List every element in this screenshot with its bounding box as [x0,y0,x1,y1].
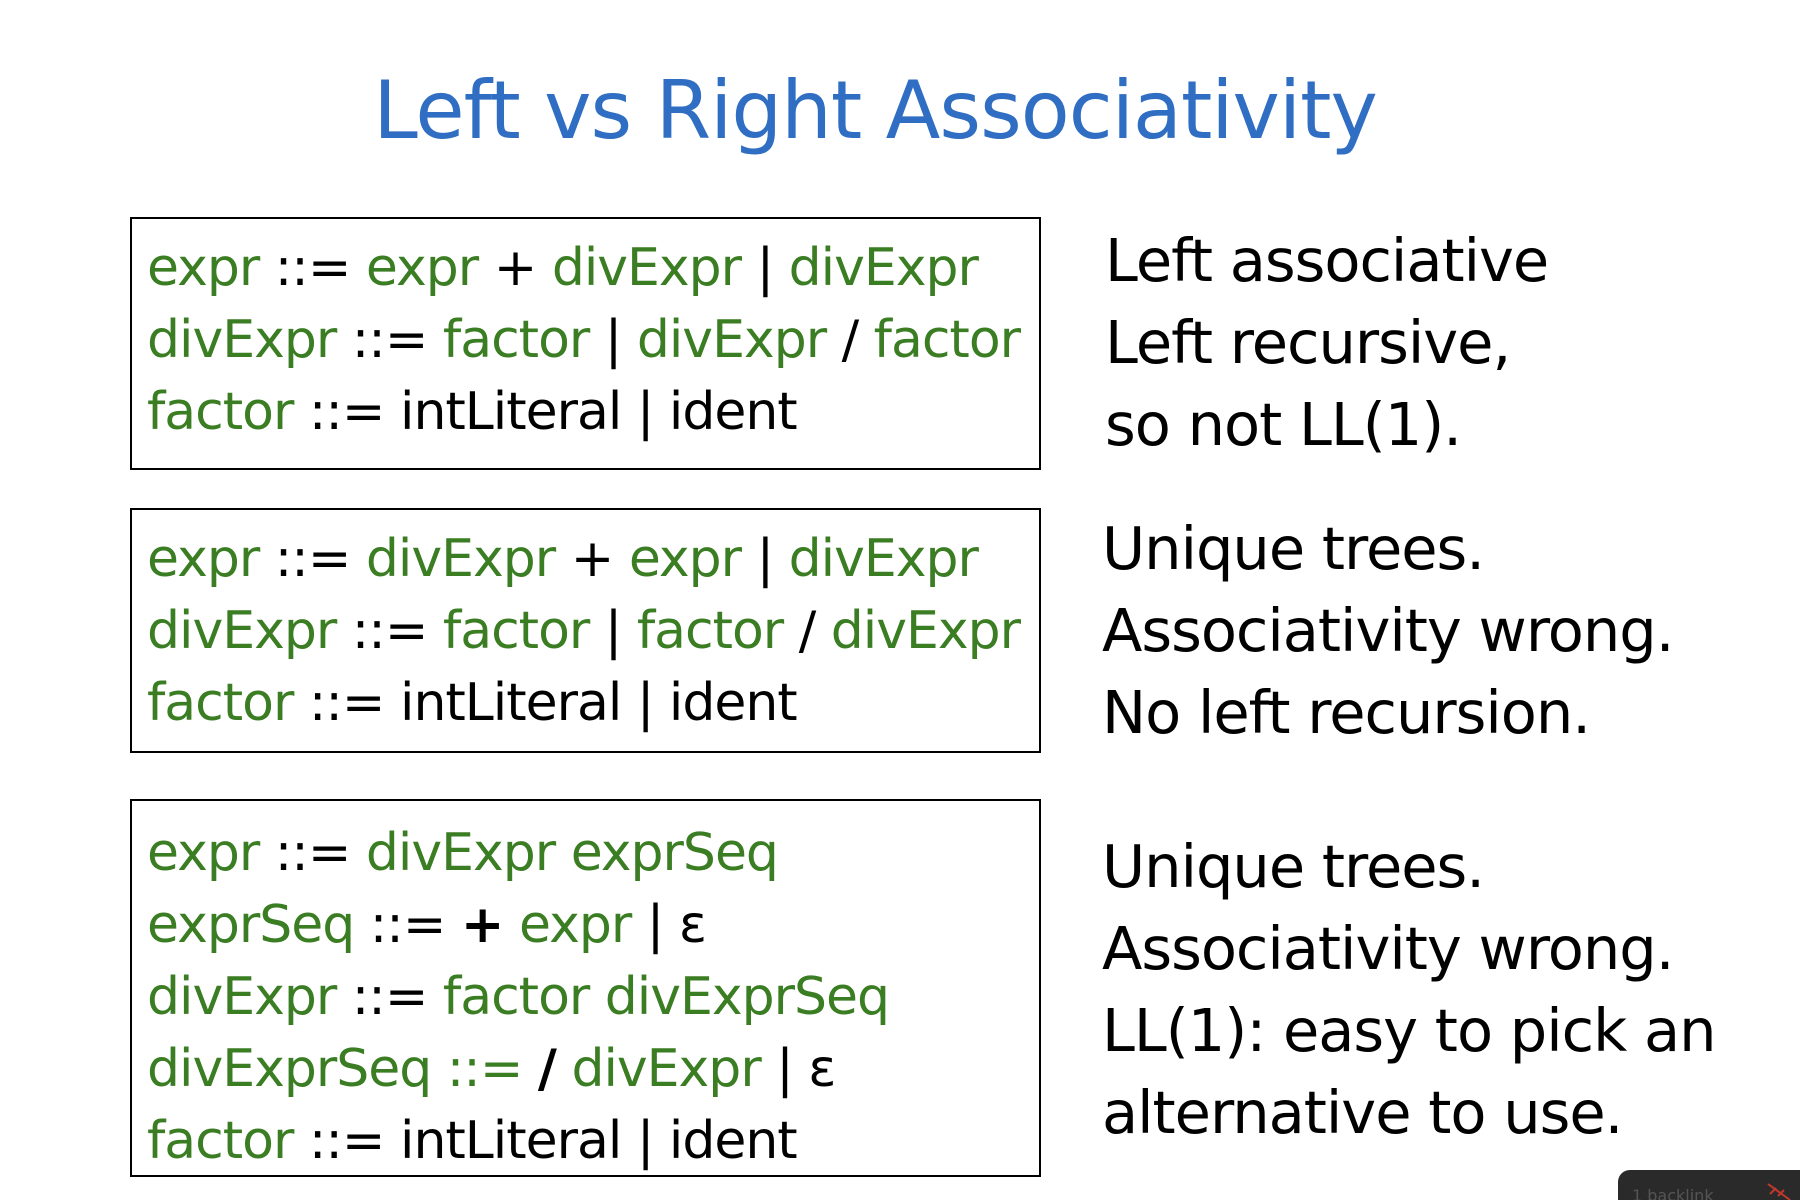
grammar-token: intLiteral | ident [400,673,798,733]
grammar-token: ::= [259,238,366,298]
nonterminal: expr [147,238,260,298]
backlinks-badge[interactable]: 1 backlink [1618,1170,1800,1200]
grammar-token: ::= [293,673,401,733]
grammar-token: + [478,238,552,298]
nonterminal: factor divExprSeq [442,967,890,1027]
nonterminal: divExpr [147,967,337,1027]
grammar-token: intLiteral | ident [400,382,798,442]
nonterminal: factor [873,310,1021,370]
note-line: Unique trees. [1102,514,1485,583]
note-line: LL(1): easy to pick an [1102,996,1717,1065]
grammar-rule: factor ::= intLiteral | ident [147,667,1039,739]
nonterminal: divExpr [147,601,337,661]
note-line: so not LL(1). [1105,390,1462,459]
grammar-token: / [537,1039,557,1099]
grammar-token [556,1039,572,1099]
grammar-rule: divExpr ::= factor | divExpr / factor [147,304,1039,376]
grammar-token: + [460,895,505,955]
nonterminal: factor [636,601,784,661]
unlink-icon [1766,1182,1792,1200]
grammar-token: | [741,238,789,298]
nonterminal: expr [147,823,260,883]
grammar-token: ::= [336,310,443,370]
grammar-rule: expr ::= divExpr exprSeq [147,817,1039,889]
slide-title: Left vs Right Associativity [373,64,1378,157]
nonterminal: factor [147,673,294,733]
nonterminal: divExpr [788,238,979,298]
nonterminal: divExpr [365,529,556,589]
grammar-rule: factor ::= intLiteral | ident [147,376,1039,448]
note-line: Associativity wrong. [1102,596,1674,665]
nonterminal: expr [519,895,632,955]
nonterminal: exprSeq [147,895,355,955]
nonterminal: factor [147,382,294,442]
grammar-token: | ε [760,1039,836,1099]
nonterminal: divExpr [830,601,1021,661]
grammar-token: | ε [631,895,707,955]
note-ll1: Unique trees. Associativity wrong. LL(1): … [1102,826,1717,1154]
grammar-token: ::= [293,382,401,442]
nonterminal: factor [147,1111,294,1171]
grammar-token: ::= [293,1111,401,1171]
grammar-token: ::= [354,895,461,955]
grammar-token: + [555,529,629,589]
grammar-token: | [589,601,637,661]
nonterminal: factor [442,601,590,661]
note-line: Left recursive, [1105,308,1511,377]
grammar-rule: divExpr ::= factor divExprSeq [147,961,1039,1033]
note-line: Left associative [1105,226,1549,295]
nonterminal: expr [147,529,260,589]
grammar-token: ::= [336,601,443,661]
grammar-box-ll1: expr ::= divExpr exprSeq exprSeq ::= + ex… [130,799,1041,1177]
grammar-token: / [783,601,831,661]
grammar-token: | [741,529,789,589]
note-line: Unique trees. [1102,832,1485,901]
grammar-rule: expr ::= divExpr + expr | divExpr [147,523,1039,595]
grammar-token: intLiteral | ident [400,1111,798,1171]
grammar-rule: divExpr ::= factor | factor / divExpr [147,595,1039,667]
note-left-recursive: Left associative Left recursive, so not LL… [1105,220,1549,466]
grammar-box-left-recursive: expr ::= expr + divExpr | divExpr divExpr… [130,217,1041,470]
nonterminal: factor [442,310,590,370]
grammar-token: / [826,310,874,370]
nonterminal: expr [628,529,742,589]
grammar-token: ::= [336,967,443,1027]
grammar-token: ::= [259,529,366,589]
nonterminal: divExpr [788,529,979,589]
grammar-box-right-recursive: expr ::= divExpr + expr | divExpr divExpr… [130,508,1041,753]
note-line: Associativity wrong. [1102,914,1674,983]
note-line: No left recursion. [1102,678,1591,747]
grammar-rule: expr ::= expr + divExpr | divExpr [147,232,1039,304]
nonterminal: divExprSeq ::= [147,1039,538,1099]
nonterminal: divExpr exprSeq [365,823,779,883]
nonterminal: expr [365,238,479,298]
grammar-token: ::= [259,823,366,883]
nonterminal: divExpr [571,1039,761,1099]
note-line: alternative to use. [1102,1078,1623,1147]
note-right-recursive: Unique trees. Associativity wrong. No left… [1102,508,1674,754]
nonterminal: divExpr [636,310,827,370]
backlinks-label: 1 backlink [1632,1186,1714,1200]
grammar-token [504,895,520,955]
grammar-rule: factor ::= intLiteral | ident [147,1105,1039,1177]
grammar-rule: exprSeq ::= + expr | ε [147,889,1039,961]
nonterminal: divExpr [147,310,337,370]
grammar-rule: divExprSeq ::= / divExpr | ε [147,1033,1039,1105]
grammar-token: | [589,310,637,370]
nonterminal: divExpr [551,238,742,298]
